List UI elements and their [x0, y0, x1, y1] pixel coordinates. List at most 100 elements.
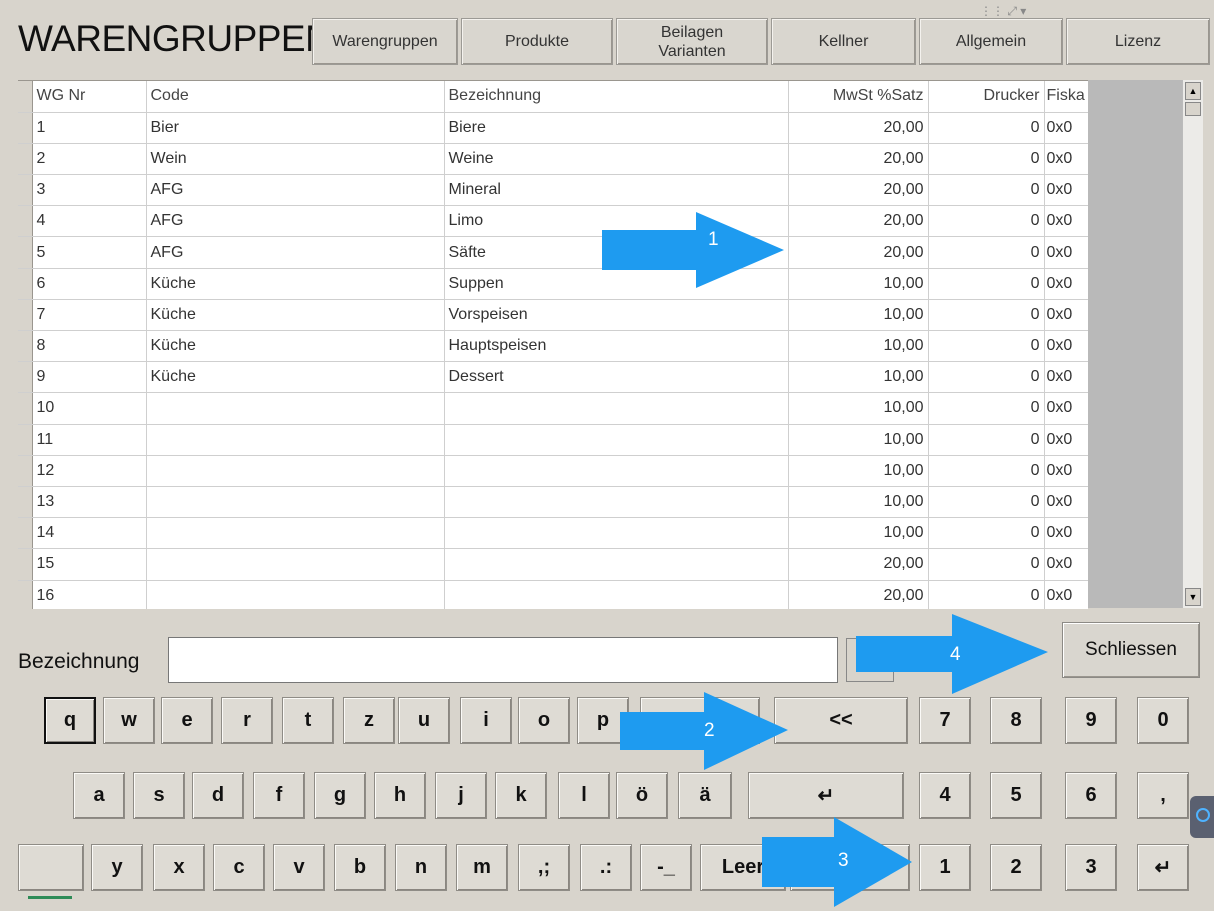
key-h[interactable]: h: [374, 772, 426, 819]
cell-bezeichnung[interactable]: [444, 424, 789, 456]
tab-allgemein[interactable]: Allgemein: [919, 18, 1063, 65]
key-.:[interactable]: .:: [580, 844, 632, 891]
table-row[interactable]: 9 Küche Dessert 10,00 0 0x0: [18, 361, 1088, 394]
row-selector[interactable]: [18, 143, 33, 176]
enter-key[interactable]: ↵: [748, 772, 904, 819]
cell-drucker[interactable]: 0: [928, 424, 1045, 456]
key-blank-0[interactable]: [18, 844, 84, 891]
cell-bezeichnung[interactable]: Mineral: [444, 174, 789, 207]
cell-fiska[interactable]: 0x0: [1044, 517, 1088, 550]
cell-mwst-satz[interactable]: 20,00: [788, 236, 929, 269]
cell-bezeichnung[interactable]: [444, 486, 789, 519]
cell-mwst-satz[interactable]: 10,00: [788, 268, 929, 300]
cell-fiska[interactable]: 0x0: [1044, 112, 1088, 144]
row-selector[interactable]: [18, 268, 33, 300]
row-selector[interactable]: [18, 236, 33, 269]
row-selector[interactable]: [18, 455, 33, 487]
key-t[interactable]: t: [282, 697, 334, 744]
key-i[interactable]: i: [460, 697, 512, 744]
column-header-bezeichnung[interactable]: Bezeichnung: [444, 81, 789, 113]
cell-bezeichnung[interactable]: [444, 580, 789, 609]
cell-fiska[interactable]: 0x0: [1044, 205, 1088, 238]
cell-mwst-satz[interactable]: 20,00: [788, 112, 929, 144]
cell-fiska[interactable]: 0x0: [1044, 174, 1088, 207]
column-header-fiska[interactable]: Fiska: [1044, 81, 1088, 113]
tab-beilagen-varianten[interactable]: Beilagen Varianten: [616, 18, 768, 65]
cell-mwst-satz[interactable]: 20,00: [788, 580, 929, 609]
key--_[interactable]: -_: [640, 844, 692, 891]
key-d[interactable]: d: [192, 772, 244, 819]
cell-drucker[interactable]: 0: [928, 143, 1045, 176]
cell-wg-nr[interactable]: 9: [32, 361, 147, 394]
cell-wg-nr[interactable]: 12: [32, 455, 147, 487]
cell-drucker[interactable]: 0: [928, 299, 1045, 332]
key-v[interactable]: v: [273, 844, 325, 891]
cell-code[interactable]: [146, 580, 445, 609]
cell-fiska[interactable]: 0x0: [1044, 236, 1088, 269]
cell-mwst-satz[interactable]: 20,00: [788, 143, 929, 176]
column-header-wg-nr[interactable]: WG Nr: [32, 81, 147, 113]
cell-fiska[interactable]: 0x0: [1044, 486, 1088, 519]
cell-code[interactable]: Küche: [146, 330, 445, 363]
cell-code[interactable]: Küche: [146, 268, 445, 300]
cell-code[interactable]: Küche: [146, 361, 445, 394]
cell-fiska[interactable]: 0x0: [1044, 424, 1088, 456]
row-selector[interactable]: [18, 174, 33, 207]
row-selector[interactable]: [18, 517, 33, 550]
cell-wg-nr[interactable]: 8: [32, 330, 147, 363]
cell-wg-nr[interactable]: 13: [32, 486, 147, 519]
column-header-mwst-satz[interactable]: MwSt %Satz: [788, 81, 929, 113]
cell-wg-nr[interactable]: 7: [32, 299, 147, 332]
cell-code[interactable]: [146, 548, 445, 581]
cell-wg-nr[interactable]: 4: [32, 205, 147, 238]
cell-drucker[interactable]: 0: [928, 548, 1045, 581]
key-n[interactable]: n: [395, 844, 447, 891]
cell-code[interactable]: AFG: [146, 236, 445, 269]
cell-code[interactable]: [146, 517, 445, 550]
column-header-code[interactable]: Code: [146, 81, 445, 113]
cell-drucker[interactable]: 0: [928, 174, 1045, 207]
cell-wg-nr[interactable]: 14: [32, 517, 147, 550]
key-4[interactable]: 4: [919, 772, 971, 819]
cell-fiska[interactable]: 0x0: [1044, 548, 1088, 581]
cell-bezeichnung[interactable]: Weine: [444, 143, 789, 176]
key-5[interactable]: 5: [990, 772, 1042, 819]
cell-drucker[interactable]: 0: [928, 330, 1045, 363]
cell-bezeichnung[interactable]: [444, 548, 789, 581]
cell-code[interactable]: [146, 392, 445, 425]
cell-bezeichnung[interactable]: [444, 392, 789, 425]
table-row[interactable]: 2 Wein Weine 20,00 0 0x0: [18, 143, 1088, 176]
warengruppen-table[interactable]: WG Nr Code Bezeichnung MwSt %Satz Drucke…: [18, 80, 1088, 609]
cell-fiska[interactable]: 0x0: [1044, 330, 1088, 363]
key-j[interactable]: j: [435, 772, 487, 819]
cell-mwst-satz[interactable]: 10,00: [788, 330, 929, 363]
cell-mwst-satz[interactable]: 10,00: [788, 361, 929, 394]
cell-wg-nr[interactable]: 2: [32, 143, 147, 176]
key-e[interactable]: e: [161, 697, 213, 744]
key-ö[interactable]: ö: [616, 772, 668, 819]
cell-drucker[interactable]: 0: [928, 580, 1045, 609]
key-q[interactable]: q: [44, 697, 96, 744]
key-m[interactable]: m: [456, 844, 508, 891]
cell-mwst-satz[interactable]: 20,00: [788, 174, 929, 207]
key-f[interactable]: f: [253, 772, 305, 819]
row-selector[interactable]: [18, 424, 33, 456]
key-l[interactable]: l: [558, 772, 610, 819]
table-row[interactable]: 14 10,00 0 0x0: [18, 517, 1088, 550]
cell-fiska[interactable]: 0x0: [1044, 268, 1088, 300]
cell-bezeichnung[interactable]: Dessert: [444, 361, 789, 394]
row-selector[interactable]: [18, 205, 33, 238]
cell-drucker[interactable]: 0: [928, 486, 1045, 519]
cell-wg-nr[interactable]: 1: [32, 112, 147, 144]
side-panel-icon[interactable]: [1190, 796, 1214, 838]
row-selector[interactable]: [18, 299, 33, 332]
key-w[interactable]: w: [103, 697, 155, 744]
row-selector[interactable]: [18, 486, 33, 519]
scroll-down-icon[interactable]: ▼: [1185, 588, 1201, 606]
key-8[interactable]: 8: [990, 697, 1042, 744]
cell-bezeichnung[interactable]: [444, 517, 789, 550]
table-scrollbar[interactable]: ▲ ▼: [1182, 80, 1203, 608]
cell-wg-nr[interactable]: 16: [32, 580, 147, 609]
key-1[interactable]: 1: [919, 844, 971, 891]
cell-wg-nr[interactable]: 5: [32, 236, 147, 269]
